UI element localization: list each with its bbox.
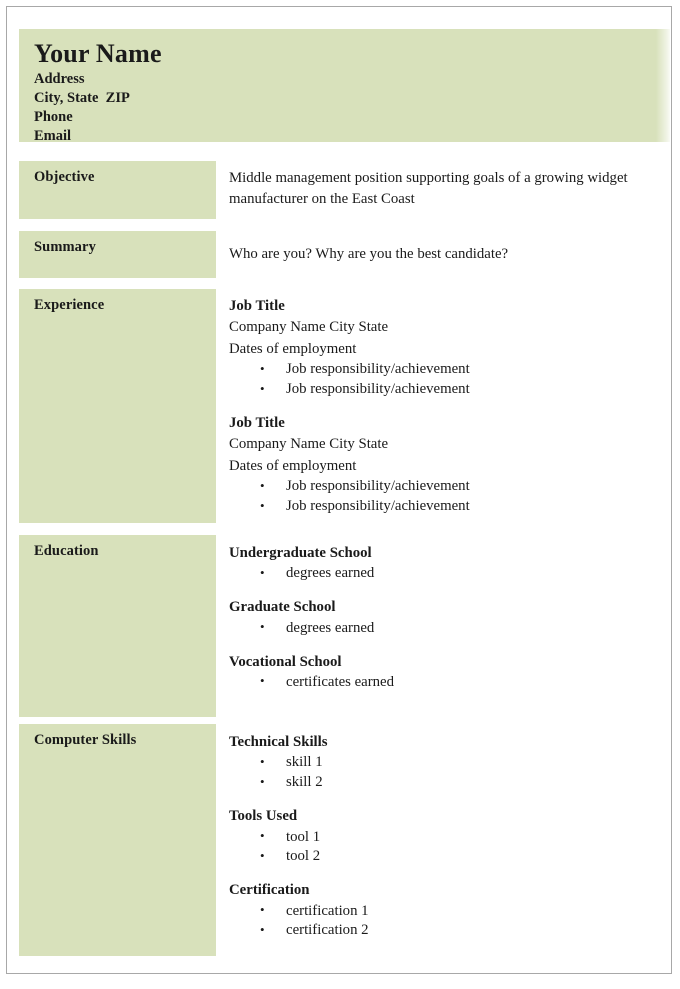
candidate-phone: Phone	[34, 109, 73, 126]
education-heading: Undergraduate School	[229, 545, 372, 561]
job-title: Job Title	[229, 414, 285, 431]
contact-info-group: Your Name Address City, State ZIP Phone …	[34, 41, 162, 147]
section-education: Education Undergraduate School degrees e…	[19, 535, 670, 717]
computer-skills-label: Computer Skills	[34, 732, 137, 748]
skills-heading: Technical Skills	[229, 734, 328, 750]
education-bullet-list: certificates earned	[229, 672, 675, 693]
section-summary: Summary Who are you? Why are you the bes…	[19, 231, 670, 278]
section-experience: Experience Job Title Company Name City S…	[19, 289, 670, 523]
list-item: Job responsibility/achievement	[229, 497, 675, 517]
education-group: Undergraduate School degrees earned	[229, 543, 675, 584]
objective-label-block: Objective	[19, 161, 216, 219]
skills-group: Technical Skills skill 1 skill 2	[229, 732, 675, 793]
candidate-address: Address	[34, 71, 85, 87]
list-item: certificates earned	[229, 672, 675, 693]
skills-bullet-list: certification 1 certification 2	[229, 901, 675, 942]
summary-content: Who are you? Why are you the best candid…	[229, 244, 675, 265]
education-group: Vocational School certificates earned	[229, 652, 675, 693]
list-item: skill 2	[229, 773, 675, 793]
section-computer-skills: Computer Skills Technical Skills skill 1…	[19, 724, 670, 956]
resume-page: Your Name Address City, State ZIP Phone …	[6, 6, 672, 974]
job-title: Job Title	[229, 298, 285, 314]
list-item: degrees earned	[229, 564, 675, 584]
objective-text: Middle management position supporting go…	[229, 170, 628, 208]
education-heading: Vocational School	[229, 653, 342, 670]
section-objective: Objective Middle management position sup…	[19, 161, 670, 219]
company-location: Company Name City State	[229, 319, 389, 336]
experience-content: Job Title Company Name City State Dates …	[229, 296, 675, 517]
company-location: Company Name City State	[229, 436, 389, 453]
resume-header-banner: Your Name Address City, State ZIP Phone …	[19, 29, 670, 144]
summary-label: Summary	[34, 239, 96, 255]
education-label-block: Education	[19, 535, 216, 717]
experience-label-block: Experience	[19, 289, 216, 523]
experience-entry: Job Title Company Name City State Dates …	[229, 413, 675, 517]
list-item: Job responsibility/achievement	[229, 380, 675, 400]
list-item: certification 1	[229, 901, 675, 922]
job-bullet-list: Job responsibility/achievement Job respo…	[229, 477, 675, 517]
summary-text: Who are you? Why are you the best candid…	[229, 246, 509, 262]
skills-bullet-list: skill 1 skill 2	[229, 753, 675, 793]
candidate-name: Your Name	[34, 39, 162, 68]
skills-group: Tools Used tool 1 tool 2	[229, 806, 675, 867]
candidate-email: Email	[34, 128, 72, 145]
employment-dates: Dates of employment	[229, 457, 357, 474]
list-item: tool 1	[229, 827, 675, 848]
experience-entry: Job Title Company Name City State Dates …	[229, 296, 675, 400]
education-heading: Graduate School	[229, 599, 336, 616]
summary-label-block: Summary	[19, 231, 216, 278]
education-bullet-list: degrees earned	[229, 564, 675, 584]
candidate-city-state-zip: City, State ZIP	[34, 90, 130, 107]
skills-group: Certification certification 1 certificat…	[229, 880, 675, 941]
objective-content: Middle management position supporting go…	[229, 168, 675, 211]
list-item: Job responsibility/achievement	[229, 477, 675, 497]
list-item: tool 2	[229, 847, 675, 867]
job-bullet-list: Job responsibility/achievement Job respo…	[229, 360, 675, 400]
skills-heading: Tools Used	[229, 808, 298, 825]
list-item: skill 1	[229, 753, 675, 773]
computer-skills-label-block: Computer Skills	[19, 724, 216, 956]
skills-bullet-list: tool 1 tool 2	[229, 827, 675, 868]
list-item: certification 2	[229, 921, 675, 941]
skills-heading: Certification	[229, 882, 310, 899]
employment-dates: Dates of employment	[229, 340, 357, 357]
objective-label: Objective	[34, 169, 95, 185]
experience-label: Experience	[34, 297, 105, 313]
computer-skills-content: Technical Skills skill 1 skill 2 Tools U…	[229, 732, 675, 941]
list-item: Job responsibility/achievement	[229, 360, 675, 380]
education-label: Education	[34, 543, 99, 559]
list-item: degrees earned	[229, 618, 675, 639]
education-bullet-list: degrees earned	[229, 618, 675, 639]
education-group: Graduate School degrees earned	[229, 597, 675, 638]
education-content: Undergraduate School degrees earned Grad…	[229, 543, 675, 693]
